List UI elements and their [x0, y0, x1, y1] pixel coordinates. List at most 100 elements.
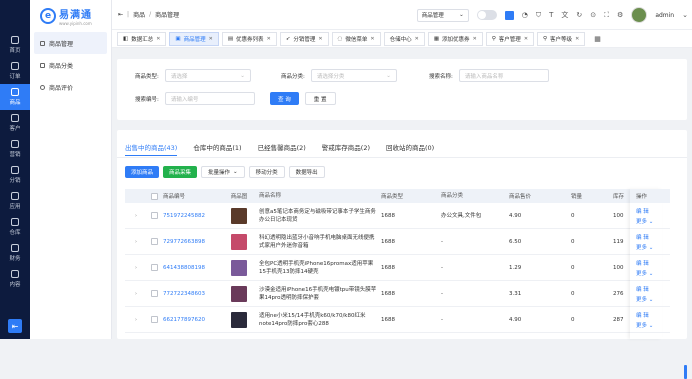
table-row[interactable]: › 751972245882 创意a5笔记本商务定与磁吸带记事本子学生商务办公日记本…: [125, 203, 670, 229]
theme-toggle[interactable]: [476, 10, 497, 20]
sidebar-item-distribution[interactable]: 分销: [0, 162, 30, 188]
checkbox[interactable]: [150, 212, 158, 219]
goods-id[interactable]: 729772663898: [161, 239, 221, 245]
side-scroll-handle[interactable]: [684, 365, 687, 379]
font-size-icon[interactable]: T: [549, 11, 553, 19]
close-icon[interactable]: ✕: [318, 36, 322, 42]
collapse-sidebar-button[interactable]: ⇤: [8, 319, 22, 333]
close-icon[interactable]: ✕: [415, 36, 419, 42]
submenu-item-goods-category[interactable]: 商品分类: [34, 54, 107, 76]
lock-icon[interactable]: ⊙: [590, 11, 596, 19]
goods-id[interactable]: 751972245882: [161, 213, 221, 219]
table-row[interactable]: › 641438808198 全包PC透明手机壳iPhone16promax适用苹果…: [125, 255, 670, 281]
reset-button[interactable]: 重 置: [304, 92, 336, 105]
goods-type-select[interactable]: 请选择 ⌄: [164, 69, 251, 82]
tab-add-coupon[interactable]: ▦ 添加优惠券 ✕: [427, 31, 483, 46]
tab-customer-level[interactable]: ⚲ 客户等级 ✕: [537, 31, 586, 46]
tab-low-stock[interactable]: 警戒库存商品(2): [322, 142, 370, 156]
table-row[interactable]: › 729772663898 科幻透明隐出蓝牙小音响手机电脑桌面无线便携式家用户外迷…: [125, 229, 670, 255]
expand-icon[interactable]: ›: [125, 291, 147, 297]
tab-distribution[interactable]: ➶ 分销管理 ✕: [279, 31, 329, 46]
expand-icon[interactable]: ›: [125, 239, 147, 245]
tab-on-sale[interactable]: 出售中的商品(43): [125, 142, 178, 156]
submenu-item-goods-manage[interactable]: 商品管理: [34, 32, 107, 54]
close-icon[interactable]: ✕: [267, 36, 271, 42]
close-icon[interactable]: ✕: [370, 36, 374, 42]
row-select[interactable]: [147, 238, 161, 245]
apps-grid-icon[interactable]: ▦: [594, 35, 601, 43]
checkbox[interactable]: [150, 290, 158, 297]
add-goods-button[interactable]: 添加商品: [125, 166, 160, 178]
row-select[interactable]: [147, 290, 161, 297]
tab-wechat-menu[interactable]: ◌ 微信菜单 ✕: [331, 31, 381, 46]
more-link[interactable]: 更多 ⌄: [636, 243, 662, 251]
search-code-input[interactable]: 请输入编号: [164, 92, 255, 105]
tab-goods-manage[interactable]: ▣ 商品管理 ✕: [169, 31, 219, 46]
sidebar-item-goods[interactable]: 商品: [0, 84, 30, 110]
more-link[interactable]: 更多 ⌄: [636, 295, 662, 303]
table-row[interactable]: › 662177897620 适用ne小米15/14手机壳k60/k70/k80红米…: [125, 307, 670, 333]
edit-link[interactable]: 编 辑: [636, 259, 662, 267]
page-select[interactable]: 商品管理 ⌄: [416, 8, 469, 22]
sidebar-item-warehouse[interactable]: 仓库: [0, 214, 30, 240]
tab-warehouse[interactable]: 仓储中心 ✕: [383, 31, 425, 46]
checkbox[interactable]: [150, 238, 158, 245]
more-link[interactable]: 更多 ⌄: [636, 269, 662, 277]
close-icon[interactable]: ✕: [473, 36, 477, 42]
more-link[interactable]: 更多 ⌄: [636, 217, 662, 225]
sidebar-item-order[interactable]: 订单: [0, 58, 30, 84]
checkbox[interactable]: [150, 316, 158, 323]
user-name[interactable]: admin: [655, 12, 674, 19]
notification-icon[interactable]: ◔: [522, 11, 528, 19]
sidebar-item-home[interactable]: 首页: [0, 32, 30, 58]
language-icon[interactable]: 文: [561, 10, 568, 20]
sidebar-item-customer[interactable]: 客户: [0, 110, 30, 136]
edit-link[interactable]: 编 辑: [636, 311, 662, 319]
edit-link[interactable]: 编 辑: [636, 285, 662, 293]
table-row[interactable]: › 772722348603 沙漠金适用iPhone16手机壳电镀tpu带镜头膜苹果…: [125, 281, 670, 307]
submenu-item-goods-review[interactable]: 商品评价: [34, 76, 107, 98]
sidebar-item-apps[interactable]: 应用: [0, 188, 30, 214]
refresh-icon[interactable]: ↻: [576, 11, 582, 19]
settings-icon[interactable]: ⚙: [617, 11, 623, 19]
goods-id[interactable]: 772722348603: [161, 291, 221, 297]
tab-in-warehouse[interactable]: 仓库中的商品(1): [193, 142, 241, 156]
goods-thumbnail[interactable]: [231, 233, 247, 250]
batch-operation-button[interactable]: 批量操作 ⌄: [201, 166, 245, 178]
close-icon[interactable]: ✕: [575, 36, 579, 42]
brand-logo[interactable]: e 易满通 www.yipinh.com: [30, 0, 111, 32]
row-select[interactable]: [147, 316, 161, 323]
goods-thumbnail[interactable]: [231, 259, 247, 276]
edit-link[interactable]: 编 辑: [636, 207, 662, 215]
close-icon[interactable]: ✕: [209, 36, 213, 42]
edit-link[interactable]: 编 辑: [636, 233, 662, 241]
goods-id[interactable]: 662177897620: [161, 317, 221, 323]
export-data-button[interactable]: 数据导出: [288, 166, 325, 178]
collect-goods-button[interactable]: 商品采集: [163, 166, 198, 178]
sidebar-item-marketing[interactable]: 营销: [0, 136, 30, 162]
move-category-button[interactable]: 移动分类: [248, 166, 285, 178]
row-select[interactable]: [147, 264, 161, 271]
expand-icon[interactable]: ›: [125, 213, 147, 219]
chevron-down-icon[interactable]: ⌄: [682, 11, 688, 19]
breadcrumb-item[interactable]: 商品: [133, 10, 145, 19]
more-link[interactable]: 更多 ⌄: [636, 321, 662, 329]
search-name-input[interactable]: 请输入商品名称: [458, 69, 549, 82]
tab-customer-manage[interactable]: ⚲ 客户管理 ✕: [485, 31, 535, 46]
menu-fold-icon[interactable]: ⇤: [118, 11, 123, 18]
goods-thumbnail[interactable]: [231, 311, 247, 328]
goods-thumbnail[interactable]: [231, 285, 247, 302]
sidebar-item-content[interactable]: 内容: [0, 266, 30, 292]
checkbox[interactable]: [150, 192, 158, 200]
tab-data-summary[interactable]: ◧ 数据汇总 ✕: [117, 31, 167, 46]
checkbox[interactable]: [150, 264, 158, 271]
select-all[interactable]: [147, 192, 161, 200]
close-icon[interactable]: ✕: [156, 36, 160, 42]
avatar[interactable]: [631, 7, 648, 23]
goods-thumbnail[interactable]: [231, 207, 247, 224]
tab-coupon-list[interactable]: ▤ 优惠券列表 ✕: [221, 31, 277, 46]
close-icon[interactable]: ✕: [524, 36, 528, 42]
layout-icon[interactable]: [504, 10, 514, 20]
sidebar-item-finance[interactable]: 财务: [0, 240, 30, 266]
tab-sold-out[interactable]: 已经售馨商品(2): [258, 142, 306, 156]
